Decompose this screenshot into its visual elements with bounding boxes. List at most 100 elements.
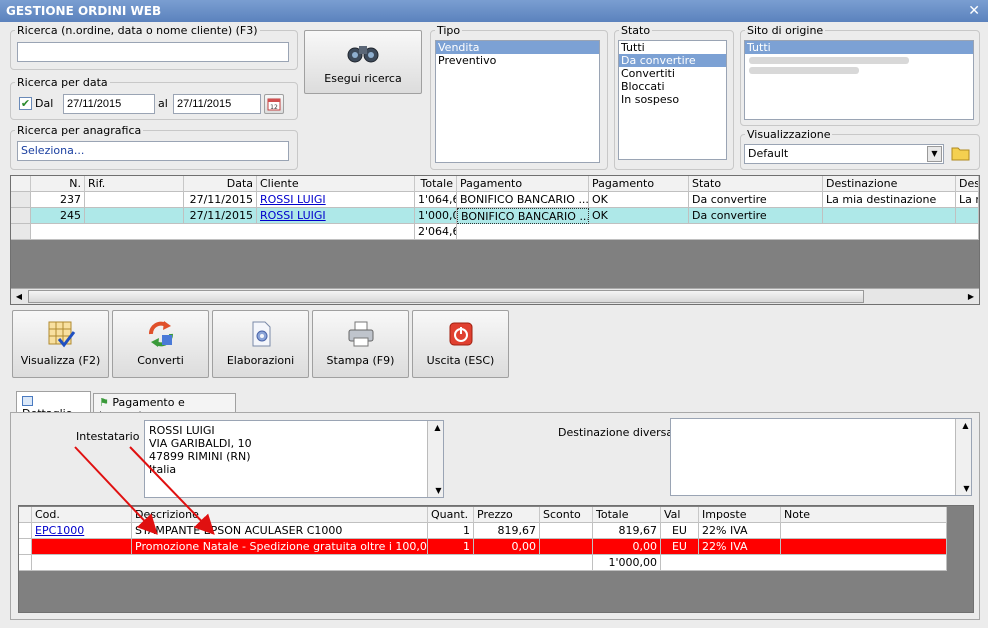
- col-descrizione[interactable]: Descrizione: [132, 507, 428, 523]
- list-item[interactable]: Da convertire: [619, 54, 726, 67]
- col-n[interactable]: N.: [31, 176, 85, 192]
- scroll-right-icon[interactable]: ▶: [964, 290, 978, 303]
- tab-dettaglio[interactable]: Dettaglio: [16, 391, 91, 420]
- converti-button[interactable]: Converti: [112, 310, 209, 378]
- visualizza-label: Visualizza (F2): [20, 354, 101, 367]
- sito-label: Sito di origine: [745, 24, 826, 37]
- cell-data: 27/11/2015: [184, 208, 257, 224]
- list-item[interactable]: Vendita: [436, 41, 599, 54]
- anagrafica-field[interactable]: Seleziona...: [17, 141, 289, 161]
- visualizza-button[interactable]: Visualizza (F2): [12, 310, 109, 378]
- col-cod[interactable]: Cod.: [32, 507, 132, 523]
- col-sconto[interactable]: Sconto: [540, 507, 593, 523]
- cell-note: [781, 523, 947, 539]
- cliente-link[interactable]: ROSSI LUIGI: [260, 193, 326, 206]
- cliente-link[interactable]: ROSSI LUIGI: [260, 209, 326, 222]
- list-item[interactable]: Bloccati: [619, 80, 726, 93]
- scroll-down-icon[interactable]: ▼: [430, 484, 445, 497]
- lines-total: 1'000,00: [593, 555, 661, 571]
- sito-list[interactable]: Tutti: [744, 40, 974, 120]
- cell-prezzo: 0,00: [474, 539, 540, 555]
- uscita-button[interactable]: Uscita (ESC): [412, 310, 509, 378]
- blurred-site-entry[interactable]: [749, 67, 859, 74]
- vertical-scrollbar[interactable]: ▲ ▼: [955, 419, 971, 495]
- col-destinazione[interactable]: Destinazione: [823, 176, 956, 192]
- cell-descrizione: Promozione Natale - Spedizione gratuita …: [132, 539, 428, 555]
- destinazione-field[interactable]: ▲ ▼: [670, 418, 972, 496]
- row-selector: [19, 555, 32, 571]
- tipo-label: Tipo: [435, 24, 463, 37]
- cell-destinazione: La mia destinazione: [823, 192, 956, 208]
- calendar-button[interactable]: 12: [264, 94, 284, 114]
- scroll-down-icon[interactable]: ▼: [958, 482, 973, 495]
- col-stato[interactable]: Stato: [689, 176, 823, 192]
- search-label: Ricerca (n.ordine, data o nome cliente) …: [15, 24, 260, 37]
- col-totale[interactable]: Totale: [415, 176, 457, 192]
- col-pagamento-esito[interactable]: Pagamento: [589, 176, 689, 192]
- tab-pagamento-trasporto[interactable]: ⚑ Pagamento e trasporto: [93, 393, 236, 422]
- chevron-down-icon[interactable]: ▼: [927, 146, 942, 162]
- product-code-link[interactable]: EPC1000: [35, 524, 84, 537]
- row-selector[interactable]: [19, 523, 32, 539]
- table-row-selected[interactable]: 245 27/11/2015 ROSSI LUIGI 1'000,00 BONI…: [11, 208, 979, 224]
- list-item[interactable]: Preventivo: [436, 54, 599, 67]
- col-note[interactable]: Note: [781, 507, 947, 523]
- binoculars-icon: [347, 46, 379, 63]
- list-item[interactable]: Convertiti: [619, 67, 726, 80]
- scroll-thumb[interactable]: [28, 290, 864, 303]
- intestatario-field[interactable]: ROSSI LUIGI VIA GARIBALDI, 10 47899 RIMI…: [144, 420, 444, 498]
- col-quant[interactable]: Quant.: [428, 507, 474, 523]
- stampa-button[interactable]: Stampa (F9): [312, 310, 409, 378]
- date-from-field[interactable]: [63, 94, 155, 114]
- col-data[interactable]: Data: [184, 176, 257, 192]
- cell-quant: 1: [428, 539, 474, 555]
- col-val[interactable]: Val: [661, 507, 699, 523]
- cell-pagamento-esito: OK: [589, 208, 689, 224]
- col-prezzo[interactable]: Prezzo: [474, 507, 540, 523]
- cell-pagamento: BONIFICO BANCARIO ...: [457, 192, 589, 208]
- col-pagamento[interactable]: Pagamento: [457, 176, 589, 192]
- col-rif[interactable]: Rif.: [85, 176, 184, 192]
- run-search-label: Esegui ricerca: [324, 72, 402, 85]
- blurred-site-entry[interactable]: [749, 57, 909, 64]
- scroll-up-icon[interactable]: ▲: [958, 419, 971, 432]
- visualizzazione-select[interactable]: Default ▼: [744, 144, 944, 164]
- col-cliente[interactable]: Cliente: [257, 176, 415, 192]
- table-row[interactable]: 237 27/11/2015 ROSSI LUIGI 1'064,68 BONI…: [11, 192, 979, 208]
- convert-arrows-icon: [148, 321, 173, 347]
- cell-quant: 1: [428, 523, 474, 539]
- lines-header: Cod. Descrizione Quant. Prezzo Sconto To…: [19, 507, 973, 523]
- elaborazioni-button[interactable]: Elaborazioni: [212, 310, 309, 378]
- tipo-list[interactable]: Vendita Preventivo: [435, 40, 600, 163]
- vertical-scrollbar[interactable]: ▲ ▼: [427, 421, 443, 497]
- col-imposte[interactable]: Imposte: [699, 507, 781, 523]
- cell-stato: Da convertire: [689, 192, 823, 208]
- table-row-promo[interactable]: Promozione Natale - Spedizione gratuita …: [19, 539, 947, 555]
- dal-checkbox[interactable]: ✔: [19, 97, 32, 110]
- scroll-left-icon[interactable]: ◀: [12, 290, 26, 303]
- list-item[interactable]: In sospeso: [619, 93, 726, 106]
- window-title: GESTIONE ORDINI WEB: [0, 0, 988, 22]
- row-selector[interactable]: [11, 208, 31, 224]
- col-totale[interactable]: Totale: [593, 507, 661, 523]
- stato-list[interactable]: Tutti Da convertire Convertiti Bloccati …: [618, 40, 727, 160]
- horizontal-scrollbar[interactable]: ◀ ▶: [11, 288, 979, 304]
- col-dest[interactable]: Dest: [956, 176, 979, 192]
- cell-totale: 1'000,00: [415, 208, 457, 224]
- search-input[interactable]: [17, 42, 289, 62]
- flag-icon: ⚑: [99, 396, 109, 409]
- row-selector[interactable]: [19, 539, 32, 555]
- date-to-field[interactable]: [173, 94, 261, 114]
- list-item[interactable]: Tutti: [619, 41, 726, 54]
- run-search-button[interactable]: Esegui ricerca: [304, 30, 422, 94]
- folder-button[interactable]: [951, 144, 973, 164]
- power-icon: [449, 322, 472, 346]
- row-selector[interactable]: [11, 192, 31, 208]
- address-line: VIA GARIBALDI, 10: [149, 437, 252, 450]
- cell-rif: [85, 208, 184, 224]
- list-item[interactable]: Tutti: [745, 41, 973, 54]
- close-icon[interactable]: ✕: [968, 0, 980, 22]
- address-line: ROSSI LUIGI: [149, 424, 215, 437]
- table-row[interactable]: EPC1000 STAMPANTE EPSON ACULASER C1000 1…: [19, 523, 947, 539]
- scroll-up-icon[interactable]: ▲: [430, 421, 443, 434]
